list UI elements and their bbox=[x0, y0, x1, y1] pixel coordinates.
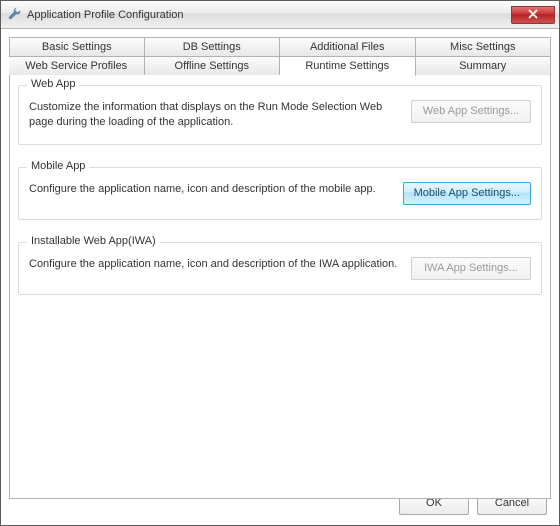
group-iwa-app: Installable Web App(IWA) Configure the a… bbox=[18, 242, 542, 295]
group-web-app-legend: Web App bbox=[27, 78, 79, 90]
group-iwa-app-legend: Installable Web App(IWA) bbox=[27, 235, 160, 247]
tab-offline-settings[interactable]: Offline Settings bbox=[145, 56, 281, 76]
tab-summary[interactable]: Summary bbox=[416, 56, 552, 76]
close-button[interactable] bbox=[511, 6, 555, 24]
tab-basic-settings[interactable]: Basic Settings bbox=[9, 37, 145, 57]
tab-misc-settings[interactable]: Misc Settings bbox=[416, 37, 552, 57]
group-mobile-app: Mobile App Configure the application nam… bbox=[18, 167, 542, 220]
dialog-window: Application Profile Configuration Basic … bbox=[0, 0, 560, 526]
iwa-app-desc: Configure the application name, icon and… bbox=[29, 257, 403, 272]
tabpanel-runtime-settings: Web App Customize the information that d… bbox=[9, 75, 551, 499]
iwa-app-settings-button[interactable]: IWA App Settings... bbox=[411, 257, 531, 280]
window-title: Application Profile Configuration bbox=[23, 9, 511, 21]
group-mobile-app-legend: Mobile App bbox=[27, 160, 89, 172]
tab-runtime-settings[interactable]: Runtime Settings bbox=[280, 56, 416, 76]
web-app-settings-button[interactable]: Web App Settings... bbox=[411, 100, 531, 123]
tabstrip: Basic Settings DB Settings Additional Fi… bbox=[9, 37, 551, 75]
mobile-app-desc: Configure the application name, icon and… bbox=[29, 182, 395, 197]
tab-db-settings[interactable]: DB Settings bbox=[145, 37, 281, 57]
group-web-app: Web App Customize the information that d… bbox=[18, 85, 542, 145]
client-area: Basic Settings DB Settings Additional Fi… bbox=[1, 29, 559, 525]
mobile-app-settings-button[interactable]: Mobile App Settings... bbox=[403, 182, 531, 205]
close-icon bbox=[528, 9, 538, 19]
wrench-icon bbox=[7, 7, 23, 23]
web-app-desc: Customize the information that displays … bbox=[29, 100, 403, 130]
tab-web-service-profiles[interactable]: Web Service Profiles bbox=[9, 56, 145, 76]
titlebar: Application Profile Configuration bbox=[1, 1, 559, 29]
tab-additional-files[interactable]: Additional Files bbox=[280, 37, 416, 57]
